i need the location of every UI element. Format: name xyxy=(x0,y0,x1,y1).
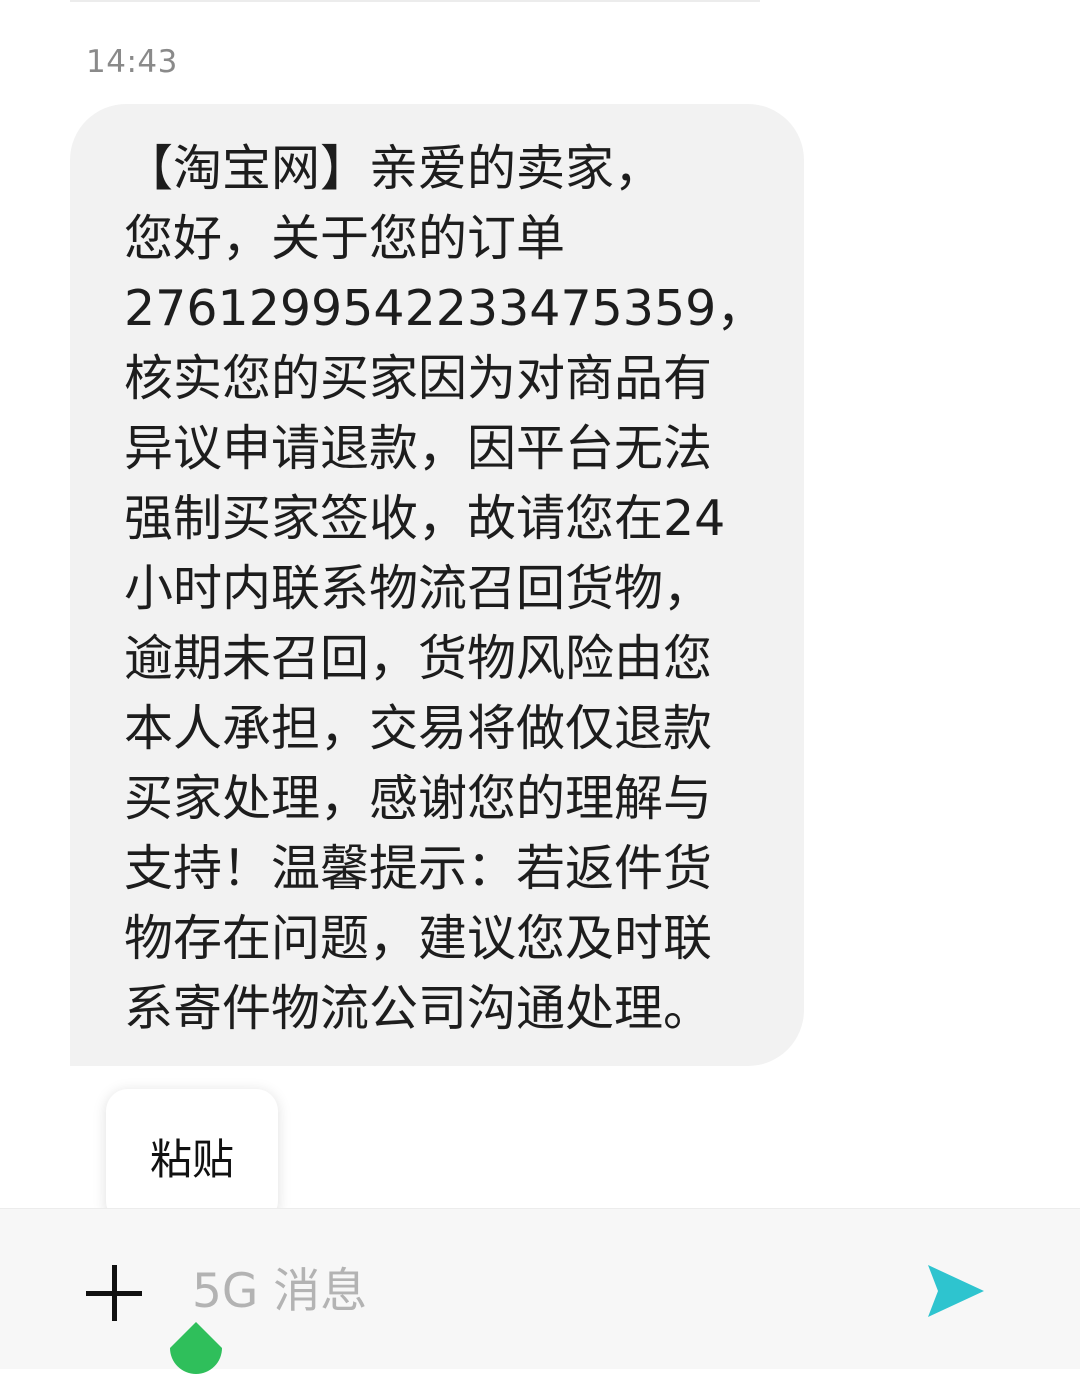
message-timestamp: 14:43 xyxy=(86,44,178,80)
composer-bar xyxy=(0,1208,1080,1369)
received-message-bubble[interactable]: 【淘宝网】亲爱的卖家， 您好，关于您的订单 276129954223347535… xyxy=(70,104,804,1066)
paste-button[interactable]: 粘贴 xyxy=(150,1126,234,1187)
top-divider xyxy=(70,0,760,2)
send-button[interactable] xyxy=(924,1261,988,1321)
attach-button[interactable] xyxy=(84,1263,144,1323)
message-text[interactable]: 【淘宝网】亲爱的卖家， 您好，关于您的订单 276129954223347535… xyxy=(124,134,765,1044)
message-input[interactable] xyxy=(192,1255,872,1327)
paste-context-menu: 粘贴 xyxy=(106,1089,278,1223)
send-icon xyxy=(928,1265,984,1317)
text-cursor-handle-icon[interactable] xyxy=(168,1322,224,1378)
plus-icon xyxy=(86,1265,142,1321)
